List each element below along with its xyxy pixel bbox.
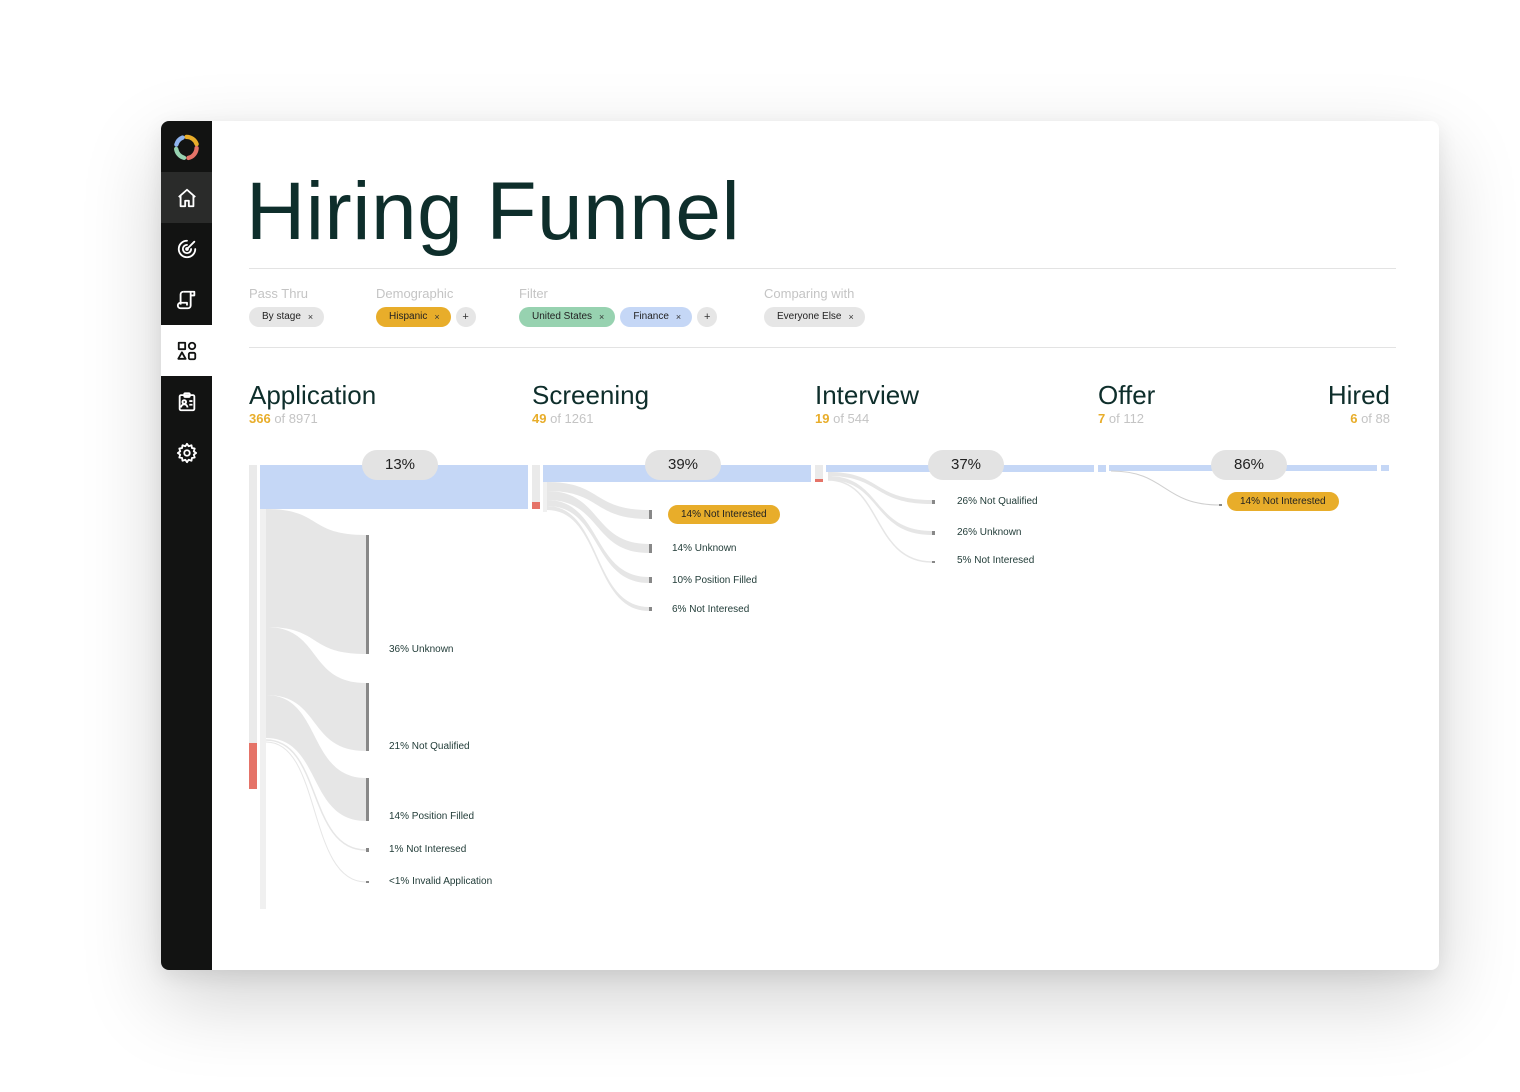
dropoff-label: 14% Unknown: [672, 543, 737, 554]
sidebar-item-clipboard[interactable]: [161, 376, 212, 427]
pass-rate-application[interactable]: 13%: [362, 450, 438, 480]
application-group-bar: [249, 743, 257, 789]
screening-total-bar: [532, 465, 540, 502]
drop-marker: [366, 683, 369, 751]
offer-total-bar: [1098, 465, 1106, 472]
drop-marker: [932, 561, 935, 563]
drop-marker: [932, 500, 935, 504]
drop-marker: [366, 778, 369, 821]
main-content: Hiring Funnel Pass Thru By stage × Demog…: [212, 121, 1439, 970]
dropoff-label: 6% Not Interesed: [672, 604, 750, 615]
sidebar-item-target[interactable]: [161, 223, 212, 274]
dropoff-label: <1% Invalid Application: [389, 876, 493, 887]
dropoff-badge[interactable]: 14% Not Interested: [1227, 492, 1339, 511]
drop-marker: [649, 510, 652, 519]
dropoff-label: 14% Position Filled: [389, 811, 475, 822]
dropoff-label: 1% Not Interesed: [389, 844, 467, 855]
application-total-bar: [249, 465, 257, 743]
scroll-icon: [176, 290, 195, 309]
drop-marker: [649, 577, 652, 583]
drop-marker: [366, 535, 369, 654]
drop-marker: [932, 531, 935, 535]
flow-line: [1110, 470, 1221, 506]
gear-icon: [176, 442, 197, 463]
pass-rate-offer[interactable]: 86%: [1211, 450, 1287, 480]
app-logo-icon[interactable]: [173, 134, 200, 161]
pass-rate-interview[interactable]: 37%: [928, 450, 1004, 480]
dropoff-label: 36% Unknown: [389, 644, 454, 655]
funnel-visualization: [249, 465, 1389, 909]
drop-marker: [1219, 504, 1222, 506]
dropoff-label: 21% Not Qualified: [389, 741, 470, 752]
target-icon: [177, 239, 196, 258]
flow-line: [827, 479, 933, 563]
app-window: Hiring Funnel Pass Thru By stage × Demog…: [161, 121, 1439, 970]
hired-total-bar: [1381, 465, 1389, 471]
screening-group-bar: [532, 502, 540, 509]
drop-marker: [366, 848, 369, 852]
interview-total-bar: [815, 465, 823, 479]
dropoff-badge[interactable]: 14% Not Interested: [668, 505, 780, 524]
sidebar-item-scroll[interactable]: [161, 274, 212, 325]
sidebar-item-settings[interactable]: [161, 427, 212, 478]
dropoff-label: 5% Not Interesed: [957, 555, 1035, 566]
clipboard-user-icon: [178, 391, 195, 411]
application-drop-column: [260, 509, 266, 909]
dropoff-label: 26% Unknown: [957, 527, 1022, 538]
sidebar: [161, 121, 212, 970]
shapes-icon: [176, 341, 196, 360]
home-icon: [177, 188, 196, 207]
pass-rate-screening[interactable]: 39%: [645, 450, 721, 480]
sidebar-item-home[interactable]: [161, 172, 212, 223]
interview-group-bar: [815, 479, 823, 482]
drop-marker: [649, 607, 652, 611]
drop-marker: [366, 881, 369, 883]
drop-marker: [649, 544, 652, 553]
dropoff-label: 26% Not Qualified: [957, 496, 1038, 507]
sidebar-item-shapes[interactable]: [161, 325, 212, 376]
screening-drop-column: [543, 482, 547, 512]
flow-ribbon: [828, 472, 932, 504]
dropoff-label: 10% Position Filled: [672, 575, 758, 586]
